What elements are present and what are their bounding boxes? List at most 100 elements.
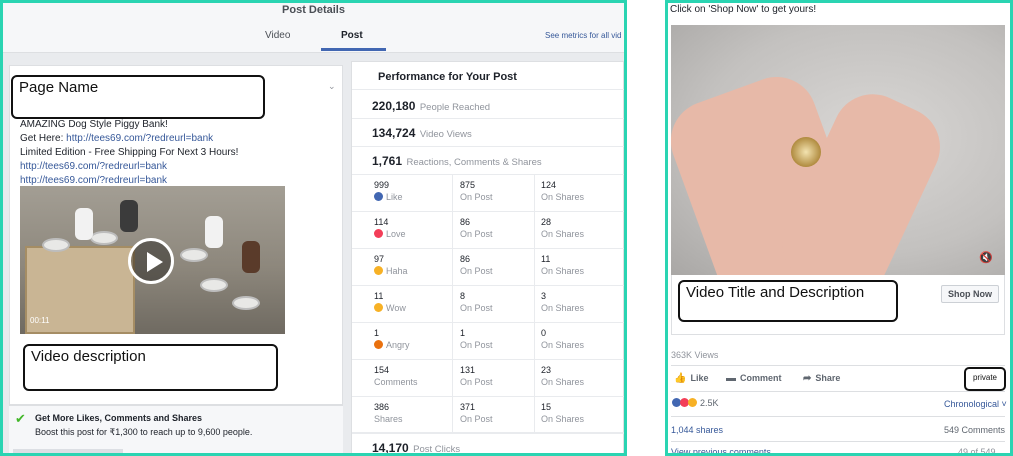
grid-label: Love: [374, 228, 406, 240]
stat-post-clicks: 14,170 Post Clicks: [372, 441, 461, 455]
boost-post-bar[interactable]: ✔ Get More Likes, Comments and Shares Bo…: [9, 405, 343, 453]
page-name-annotation: Page Name: [11, 75, 265, 119]
post-text: AMAZING Dog Style Piggy Bank! Get Here: …: [20, 118, 238, 188]
shop-now-button[interactable]: Shop Now: [941, 285, 999, 303]
shares-count[interactable]: 1,044 shares: [671, 425, 723, 435]
share-icon: ➦: [803, 373, 812, 384]
grid-label: Comments: [374, 377, 418, 387]
grid-label: On Post: [460, 192, 493, 202]
ad-preview-panel: Click on 'Shop Now' to get yours! 🔇 Shop…: [665, 0, 1013, 456]
post-text-line: AMAZING Dog Style Piggy Bank!: [20, 119, 168, 130]
grid-label: Angry: [374, 339, 410, 351]
mute-icon[interactable]: 🔇: [979, 251, 993, 264]
grid-label: On Post: [460, 303, 493, 313]
grid-label: On Post: [460, 414, 493, 424]
grid-value: 0: [541, 328, 547, 338]
post-video-thumbnail[interactable]: 00:11: [20, 186, 285, 334]
stat-people-reached: 220,180 People Reached: [372, 99, 491, 113]
grid-value: 1: [374, 328, 380, 338]
performance-title: Performance for Your Post: [378, 71, 517, 83]
comment-page-count: 49 of 549: [958, 447, 996, 456]
post-text-line: Limited Edition - Free Shipping For Next…: [20, 147, 239, 158]
grid-value: 386: [374, 402, 390, 412]
angry-reaction-icon: [374, 340, 383, 349]
on-post-cell: 8 On Post: [460, 291, 493, 314]
see-metrics-link[interactable]: See metrics for all vid: [545, 31, 621, 40]
comments-count: 549 Comments: [944, 425, 1006, 435]
grid-label: On Post: [460, 229, 493, 239]
grid-value: 131: [460, 365, 476, 375]
tab-post[interactable]: Post: [341, 30, 363, 41]
grid-label: On Post: [460, 266, 493, 276]
chevron-down-icon[interactable]: ⌄: [328, 81, 336, 92]
comment-icon: ▬: [726, 373, 736, 384]
grid-value: 875: [460, 180, 476, 190]
private-annotation: private: [964, 367, 1006, 391]
stat-video-views: 134,724 Video Views: [372, 126, 472, 140]
grid-label: Wow: [374, 302, 406, 314]
post-details-header: Post Details Video Post See metrics for …: [3, 3, 624, 53]
post-link[interactable]: http://tees69.com/?redreurl=bank: [20, 160, 238, 174]
reaction-total-cell: 97 Haha: [374, 254, 408, 277]
on-shares-cell: 124 On Shares: [541, 180, 584, 203]
on-post-cell: 371 On Post: [460, 402, 493, 425]
grid-label: On Shares: [541, 340, 585, 350]
grid-label: On Post: [460, 340, 493, 350]
grid-label: On Post: [460, 377, 493, 387]
grid-label: On Shares: [541, 192, 585, 202]
grid-value: 1: [460, 328, 466, 338]
like-button[interactable]: 👍 Like: [674, 373, 708, 384]
on-shares-cell: 11 On Shares: [541, 254, 584, 277]
ad-video[interactable]: 🔇: [671, 25, 1005, 275]
reaction-total-cell: 154 Comments: [374, 365, 418, 388]
grid-label: Like: [374, 191, 403, 203]
play-icon[interactable]: [128, 238, 174, 284]
grid-value: 86: [460, 217, 471, 227]
grid-value: 3: [541, 291, 547, 301]
share-button[interactable]: ➦ Share: [803, 373, 840, 384]
grid-value: 23: [541, 365, 552, 375]
grid-value: 28: [541, 217, 552, 227]
grid-value: 97: [374, 254, 385, 264]
grid-label: On Shares: [541, 229, 585, 239]
on-shares-cell: 15 On Shares: [541, 402, 584, 425]
tab-video[interactable]: Video: [265, 30, 290, 41]
on-shares-cell: 28 On Shares: [541, 217, 584, 240]
reaction-total-cell: 386 Shares: [374, 402, 403, 425]
view-previous-comments-link[interactable]: View previous comments: [671, 447, 771, 453]
sort-comments-dropdown[interactable]: Chronological ˅: [944, 399, 1007, 409]
ad-text: Click on 'Shop Now' to get yours!: [670, 4, 817, 15]
view-count: 363K Views: [671, 350, 719, 360]
boost-title: Get More Likes, Comments and Shares: [35, 413, 203, 423]
reaction-total-cell: 999 Like: [374, 180, 403, 203]
post-details-title: Post Details: [282, 4, 345, 16]
on-post-cell: 1 On Post: [460, 328, 493, 351]
on-shares-cell: 0 On Shares: [541, 328, 584, 351]
grid-value: 8: [460, 291, 466, 301]
haha-reaction-icon: [374, 266, 383, 275]
grid-value: 114: [374, 217, 389, 227]
on-post-cell: 86 On Post: [460, 217, 493, 240]
grid-label: Shares: [374, 414, 403, 424]
video-title-annotation: Video Title and Description: [678, 280, 898, 322]
thumbs-up-icon: 👍: [674, 373, 687, 384]
grid-label: On Shares: [541, 266, 585, 276]
post-details-panel: Post Details Video Post See metrics for …: [0, 0, 627, 456]
post-link[interactable]: http://tees69.com/?redreurl=bank: [66, 133, 213, 144]
grid-value: 11: [541, 254, 551, 264]
grid-value: 124: [541, 180, 557, 190]
grid-value: 371: [460, 402, 476, 412]
reaction-summary[interactable]: 2.5K: [672, 398, 719, 408]
grid-label: On Shares: [541, 414, 585, 424]
grid-label: Haha: [374, 265, 408, 277]
on-post-cell: 131 On Post: [460, 365, 493, 388]
stat-reactions: 1,761 Reactions, Comments & Shares: [372, 154, 542, 168]
boost-subtitle: Boost this post for ₹1,300 to reach up t…: [35, 427, 253, 437]
grid-value: 86: [460, 254, 471, 264]
love-reaction-icon: [374, 229, 383, 238]
grid-label: On Shares: [541, 377, 585, 387]
reaction-total-cell: 1 Angry: [374, 328, 410, 351]
comment-button[interactable]: ▬ Comment: [726, 373, 782, 384]
wow-reaction-icon: [374, 303, 383, 312]
video-duration: 00:11: [30, 316, 50, 325]
